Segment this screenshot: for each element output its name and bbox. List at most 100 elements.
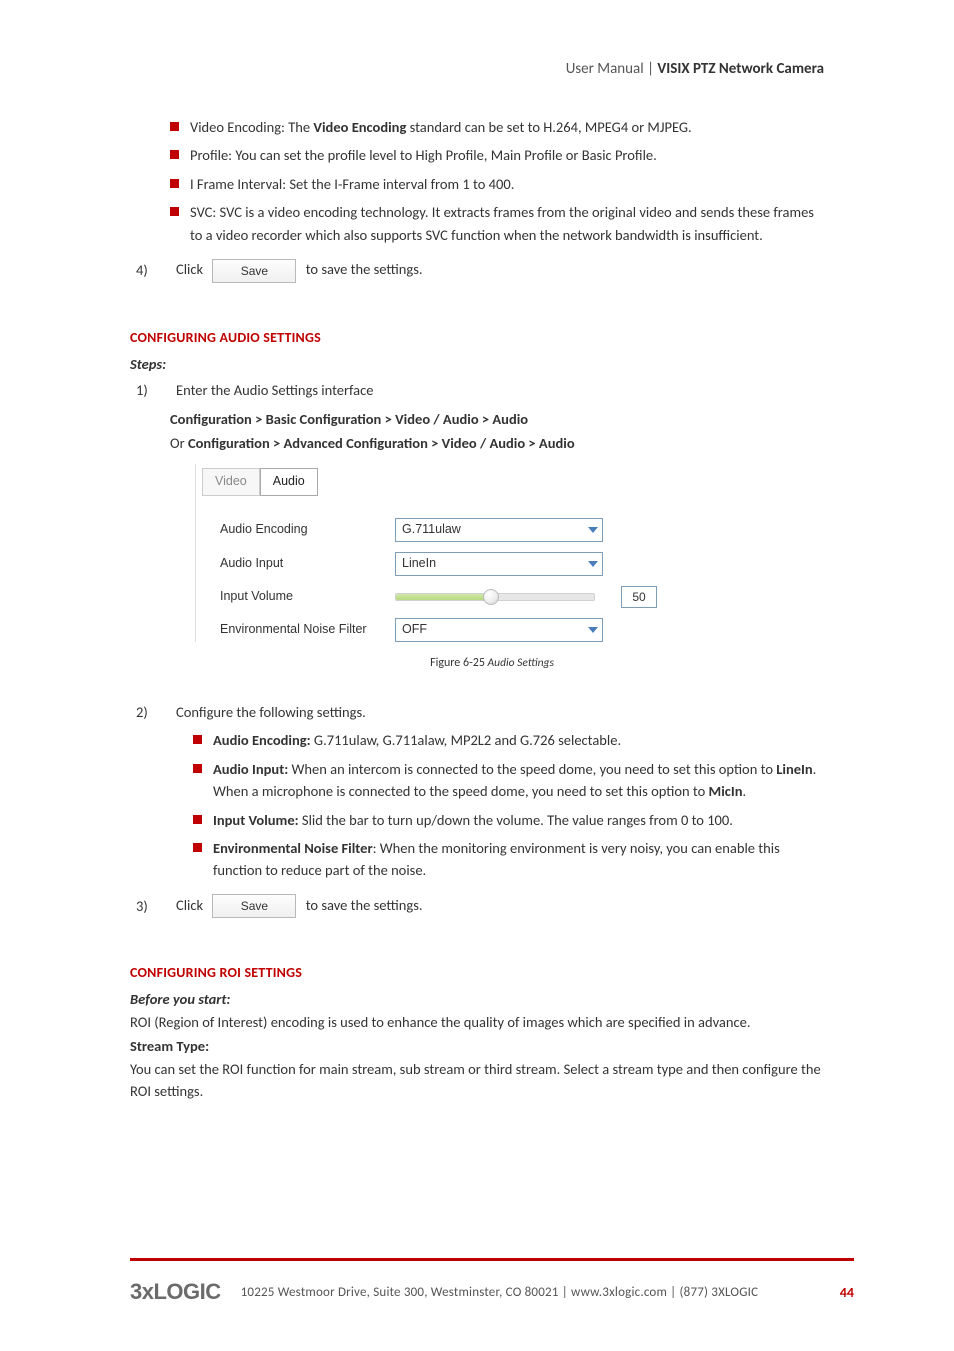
roi-para-2: You can set the ROI function for main st… <box>130 1058 824 1103</box>
bullet-bold: Audio Input: <box>213 760 288 778</box>
volume-value[interactable]: 50 <box>621 586 657 608</box>
label-audio-input: Audio Input <box>220 554 395 573</box>
step-number: 4) <box>130 259 176 281</box>
dropdown-value: OFF <box>402 620 427 639</box>
label-input-volume: Input Volume <box>220 587 395 606</box>
dropdown-audio-input[interactable]: LineIn <box>395 552 603 576</box>
bullet-text: G.711ulaw, G.711alaw, MP2L2 and G.726 se… <box>311 731 622 749</box>
dropdown-value: G.711ulaw <box>402 520 461 539</box>
page-footer: 3xLOGIC 10225 Westmoor Drive, Suite 300,… <box>130 1258 854 1305</box>
footer-rule <box>130 1258 854 1261</box>
step-number: 2) <box>130 701 176 723</box>
step-text: Enter the Audio Settings interface <box>176 379 824 401</box>
nav-path-2-line: Or Configuration > Advanced Configuratio… <box>130 432 824 454</box>
bullet-prefix: Video Encoding: <box>190 118 285 136</box>
nav-or: Or <box>170 434 188 452</box>
list-item: Profile: You can set the profile level t… <box>130 144 824 166</box>
step-text: Click Save to save the settings. <box>176 258 824 283</box>
slider-cell: 50 <box>395 586 657 608</box>
step-pre: Click <box>176 260 203 278</box>
list-item: Audio Input: When an intercom is connect… <box>130 758 824 803</box>
label-noise-filter: Environmental Noise Filter <box>220 620 395 639</box>
header-sep: | <box>644 60 658 78</box>
list-item: Environmental Noise Filter: When the mon… <box>130 837 824 882</box>
header-product: VISIX PTZ Network Camera <box>657 60 824 78</box>
slider-fill <box>396 594 495 600</box>
row-audio-encoding: Audio Encoding G.711ulaw <box>196 518 666 542</box>
tab-video[interactable]: Video <box>202 468 260 495</box>
figure-caption: Figure 6-25 Audio Settings <box>130 654 824 673</box>
page-header: User Manual | VISIX PTZ Network Camera <box>130 60 824 78</box>
bullet-text: The <box>285 118 313 136</box>
top-bullet-list: Video Encoding: The Video Encoding stand… <box>130 116 824 246</box>
step-number: 1) <box>130 379 176 401</box>
save-button[interactable]: Save <box>212 259 296 283</box>
bullet-text: standard can be set to H.264, MPEG4 or M… <box>406 118 691 136</box>
tabs: Video Audio <box>196 464 666 495</box>
bullet-bold: Audio Encoding: <box>213 731 311 749</box>
step2-bullet-list: Audio Encoding: G.711ulaw, G.711alaw, MP… <box>130 729 824 882</box>
audio-settings-panel: Video Audio Audio Encoding G.711ulaw Aud… <box>195 464 666 641</box>
row-audio-input: Audio Input LineIn <box>196 552 666 576</box>
list-item: Audio Encoding: G.711ulaw, G.711alaw, MP… <box>130 729 824 751</box>
dropdown-audio-encoding[interactable]: G.711ulaw <box>395 518 603 542</box>
step-post: to save the settings. <box>306 896 423 914</box>
volume-slider[interactable] <box>395 587 595 607</box>
bullet-text: You can set the profile level to High Pr… <box>232 146 657 164</box>
tab-audio[interactable]: Audio <box>260 468 318 495</box>
section-title-roi: CONFIGURING ROI SETTINGS <box>130 962 824 984</box>
bullet-bold: Environmental Noise Filter <box>213 839 373 857</box>
bullet-text: Slid the bar to turn up/down the volume.… <box>299 811 733 829</box>
list-item: Input Volume: Slid the bar to turn up/do… <box>130 809 824 831</box>
step-1: 1) Enter the Audio Settings interface <box>130 379 824 401</box>
label-audio-encoding: Audio Encoding <box>220 520 395 539</box>
chevron-down-icon <box>584 619 602 641</box>
footer-row: 3xLOGIC 10225 Westmoor Drive, Suite 300,… <box>130 1279 854 1305</box>
dropdown-noise-filter[interactable]: OFF <box>395 618 603 642</box>
list-item: Video Encoding: The Video Encoding stand… <box>130 116 824 138</box>
roi-para-1: ROI (Region of Interest) encoding is use… <box>130 1011 824 1033</box>
bullet-bold: LineIn <box>776 760 812 778</box>
bullet-text: Set the I-Frame interval from 1 to 400. <box>286 175 514 193</box>
bullet-prefix: Profile: <box>190 146 232 164</box>
row-noise-filter: Environmental Noise Filter OFF <box>196 618 666 642</box>
figure-title: Audio Settings <box>485 656 554 670</box>
dropdown-value: LineIn <box>402 554 436 573</box>
page: User Manual | VISIX PTZ Network Camera V… <box>0 0 954 1351</box>
step-2: 2) Configure the following settings. <box>130 701 824 723</box>
stream-type-label: Stream Type: <box>130 1035 824 1057</box>
nav-path-2: Configuration > Advanced Configuration >… <box>188 434 575 452</box>
bullet-text: . <box>743 782 747 800</box>
footer-address: 10225 Westmoor Drive, Suite 300, Westmin… <box>241 1285 820 1300</box>
step-pre: Click <box>176 896 203 914</box>
step-4: 4) Click Save to save the settings. <box>130 258 824 283</box>
bullet-prefix: I Frame Interval: <box>190 175 286 193</box>
slider-thumb[interactable] <box>483 589 499 605</box>
save-button[interactable]: Save <box>212 894 296 918</box>
content: Video Encoding: The Video Encoding stand… <box>130 116 824 1102</box>
bullet-bold: Input Volume: <box>213 811 299 829</box>
step-number: 3) <box>130 895 176 917</box>
bullet-prefix: SVC: <box>190 203 216 221</box>
step-post: to save the settings. <box>306 260 423 278</box>
list-item: I Frame Interval: Set the I-Frame interv… <box>130 173 824 195</box>
section-title-audio: CONFIGURING AUDIO SETTINGS <box>130 327 824 349</box>
row-input-volume: Input Volume 50 <box>196 586 666 608</box>
chevron-down-icon <box>584 553 602 575</box>
bullet-text: When an intercom is connected to the spe… <box>288 760 776 778</box>
bullet-bold: MicIn <box>709 782 743 800</box>
bullet-text: SVC is a video encoding technology. It e… <box>190 203 814 243</box>
list-item: SVC: SVC is a video encoding technology.… <box>130 201 824 246</box>
nav-path-1: Configuration > Basic Configuration > Vi… <box>130 408 824 430</box>
brand-logo: 3xLOGIC <box>130 1279 221 1305</box>
step-text: Configure the following settings. <box>176 701 824 723</box>
bullet-bold: Video Encoding <box>313 118 406 136</box>
header-user-manual: User Manual <box>566 60 644 78</box>
page-number: 44 <box>840 1284 854 1301</box>
steps-label: Steps: <box>130 353 824 375</box>
step-3: 3) Click Save to save the settings. <box>130 894 824 919</box>
step-text: Click Save to save the settings. <box>176 894 824 919</box>
chevron-down-icon <box>584 519 602 541</box>
before-you-start: Before you start: <box>130 988 824 1010</box>
figure-number: Figure 6-25 <box>430 656 485 670</box>
